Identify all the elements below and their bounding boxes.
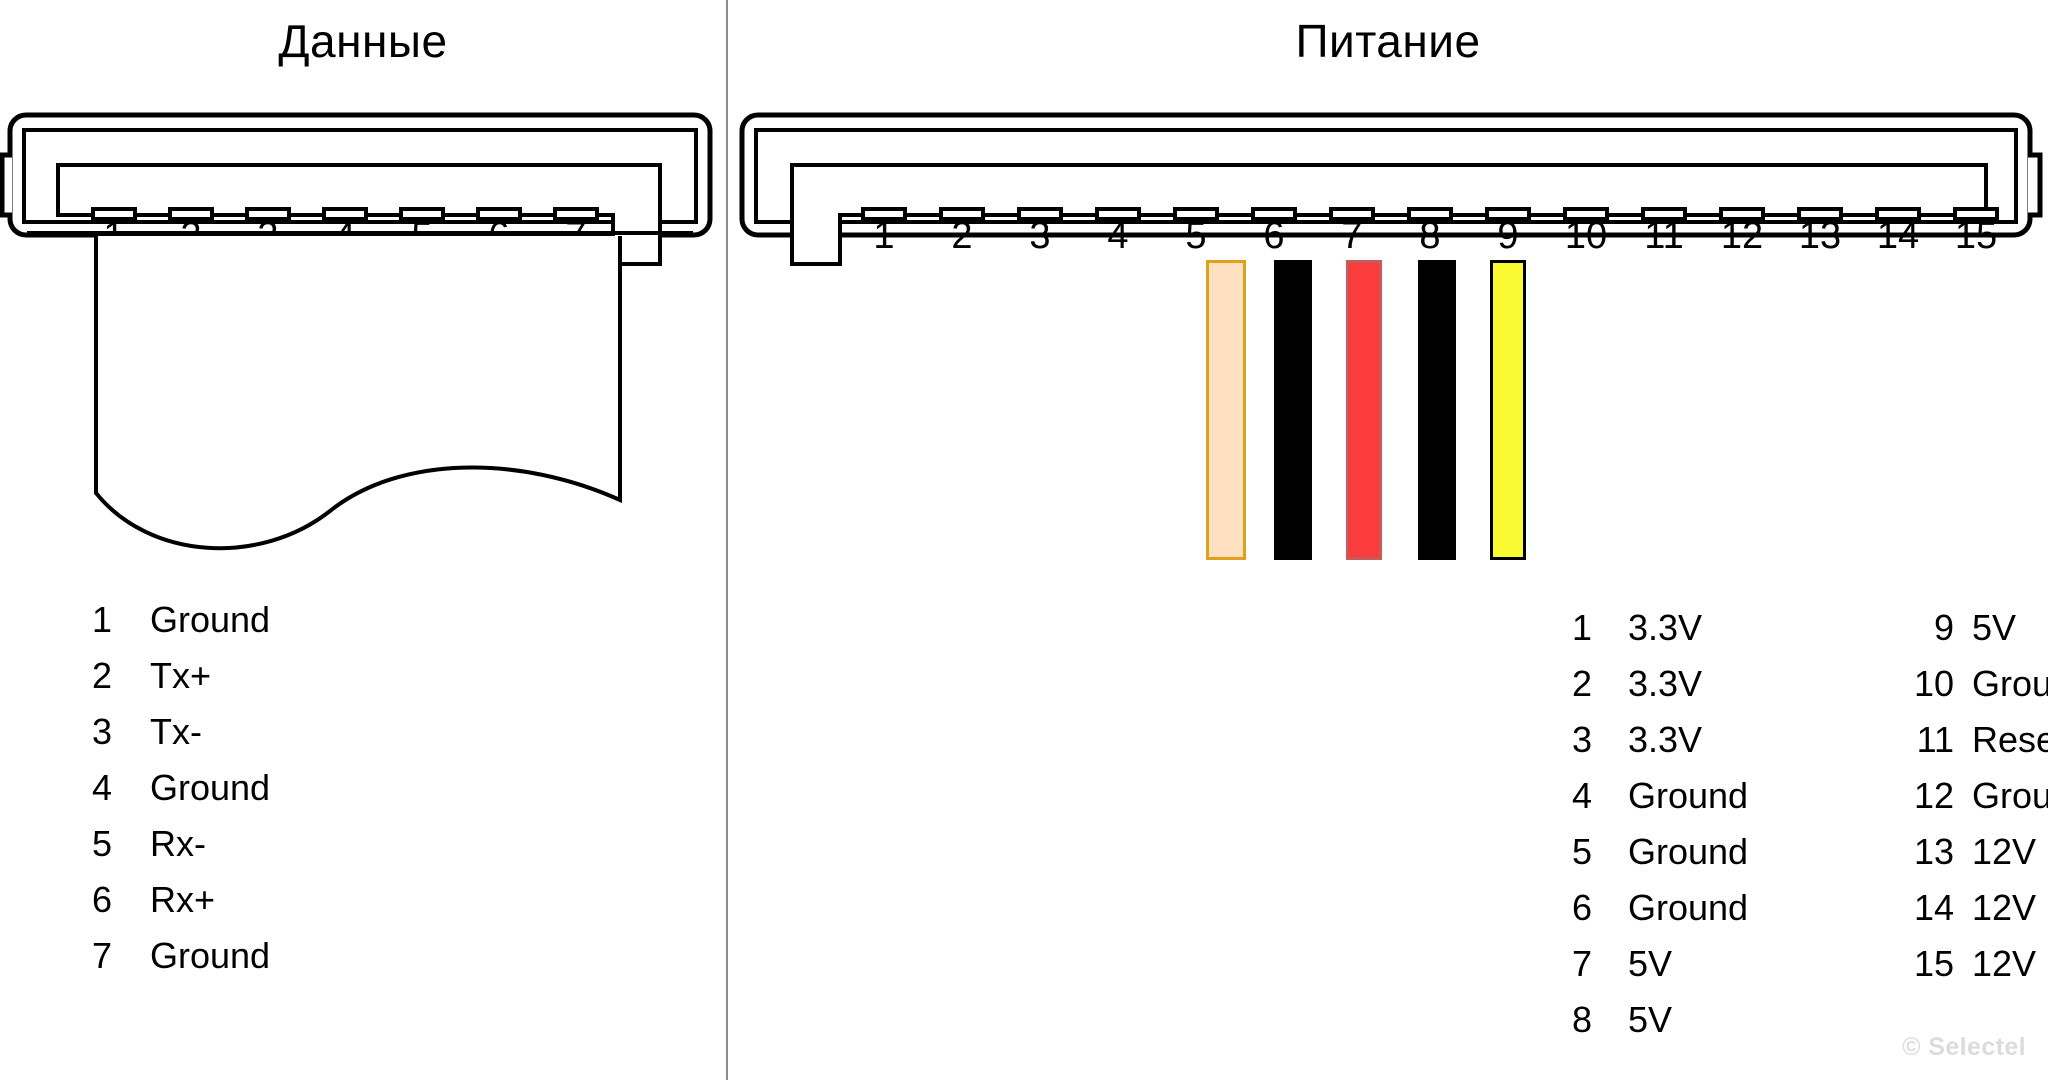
pinout-pin-label: 12V [1972, 887, 2037, 928]
pinout-row: 1 3.3V [1564, 600, 1748, 656]
pinout-row: 5 Ground [1564, 824, 1748, 880]
connector-pin-number: 10 [1565, 215, 1607, 257]
pinout-pin-number: 7 [1571, 943, 1592, 984]
pinout-pin-label: Tx- [150, 711, 202, 752]
pinout-pin-label: Ground [1628, 775, 1749, 816]
pinout-pin-label: Reserved [1972, 719, 2048, 760]
pinout-pin-label: 12V [1972, 831, 2037, 872]
pinout-pin-number: 4 [91, 767, 112, 808]
pinout-row: 4 Ground [1564, 768, 1748, 824]
pinout-pin-number: 3 [1571, 719, 1592, 760]
pinout-pin-number: 8 [1571, 999, 1592, 1040]
pinout-pin-label: 5V [1628, 943, 1673, 984]
pinout-pin-number: 9 [1933, 607, 1954, 648]
connector-pin-number: 1 [873, 215, 894, 257]
pinout-pin-number: 5 [91, 823, 112, 864]
connector-pin-number: 14 [1877, 215, 1919, 257]
connector-pin-number: 15 [1955, 215, 1997, 257]
pinout-pin-label: Ground [1628, 887, 1749, 928]
wire-black-2 [1418, 260, 1456, 560]
connector-pin-number: 3 [1029, 215, 1050, 257]
pinout-pin-number: 15 [1913, 943, 1954, 984]
pinout-pin-number: 4 [1571, 775, 1592, 816]
connector-pin-number: 11 [1644, 215, 1683, 257]
connector-pin-number: 5 [1185, 215, 1206, 257]
connector-pin-number: 4 [1107, 215, 1128, 257]
power-connector-diagram: 1 2 3 4 5 6 7 8 9 10 11 12 13 14 15 [739, 112, 2043, 266]
power-connector-pin-numbers: 1 2 3 4 5 6 7 8 9 10 11 12 13 14 15 [873, 215, 1997, 257]
pinout-row: 4 Ground [84, 760, 270, 816]
pinout-row: 6 Ground [1564, 880, 1748, 936]
wire-yellow [1490, 260, 1526, 560]
power-connector-right-tab [2028, 152, 2043, 218]
data-connector-cable [94, 236, 622, 551]
watermark: © Selectel [1902, 1033, 2026, 1061]
pinout-pin-number: 1 [91, 599, 112, 640]
wire-red [1346, 260, 1382, 560]
connector-pin-number: 8 [1419, 215, 1440, 257]
pinout-pin-number: 7 [91, 935, 112, 976]
pinout-pin-label: Rx+ [150, 879, 216, 920]
pinout-row: 11 Reserved [1908, 712, 2048, 768]
pinout-pin-number: 14 [1913, 887, 1954, 928]
pinout-row: 10 Ground [1908, 656, 2048, 712]
connector-pin-number: 9 [1497, 215, 1518, 257]
pinout-pin-label: 12V [1972, 943, 2037, 984]
pinout-pin-number: 2 [1571, 663, 1592, 704]
connector-pin-number: 2 [951, 215, 972, 257]
pinout-row: 2 Tx+ [84, 648, 270, 704]
pinout-row: 15 12V [1908, 936, 2048, 992]
pinout-pin-label: Tx+ [150, 655, 212, 696]
pinout-pin-label: Ground [1972, 663, 2048, 704]
pinout-pin-label: 3.3V [1628, 607, 1703, 648]
pinout-row: 2 3.3V [1564, 656, 1748, 712]
pinout-pin-number: 10 [1913, 663, 1954, 704]
pinout-row: 5 Rx- [84, 816, 270, 872]
connector-pin-number: 13 [1799, 215, 1841, 257]
wire-peach [1206, 260, 1246, 560]
pinout-pin-label: 3.3V [1628, 719, 1703, 760]
pinout-pin-number: 5 [1571, 831, 1592, 872]
data-pinout-table: 1 Ground 2 Tx+ 3 Tx- 4 Ground 5 Rx- 6 Rx… [84, 592, 270, 984]
data-connector-panel: Данные 1 2 3 4 5 6 7 [0, 0, 726, 1080]
pinout-pin-number: 13 [1913, 831, 1954, 872]
pinout-pin-label: 5V [1972, 607, 2017, 648]
data-connector-left-tab [0, 152, 12, 218]
pinout-pin-number: 6 [91, 879, 112, 920]
pinout-pin-label: 5V [1628, 999, 1673, 1040]
pinout-pin-label: Ground [150, 767, 271, 808]
pinout-pin-label: Ground [150, 935, 271, 976]
pinout-row: 8 5V [1564, 992, 1748, 1048]
pinout-pin-label: Rx- [150, 823, 206, 864]
pinout-pin-label: 3.3V [1628, 663, 1703, 704]
pinout-pin-number: 6 [1571, 887, 1592, 928]
power-pinout-table-column-2: 9 5V 10 Ground 11 Reserved 12 Ground 13 … [1908, 600, 2048, 992]
pinout-row: 12 Ground [1908, 768, 2048, 824]
power-pinout-table-column-1: 1 3.3V 2 3.3V 3 3.3V 4 Ground 5 Ground 6… [1564, 600, 1748, 1048]
pinout-pin-number: 1 [1571, 607, 1592, 648]
pinout-row: 7 5V [1564, 936, 1748, 992]
connector-pin-number: 6 [1263, 215, 1284, 257]
data-connector-diagram: 1 2 3 4 5 6 7 [0, 112, 713, 551]
pinout-pin-label: Ground [150, 599, 271, 640]
pinout-row: 14 12V [1908, 880, 2048, 936]
pinout-row: 13 12V [1908, 824, 2048, 880]
pinout-pin-number: 3 [91, 711, 112, 752]
pinout-pin-number: 11 [1916, 719, 1954, 760]
pinout-row: 7 Ground [84, 928, 270, 984]
pinout-pin-label: Ground [1628, 831, 1749, 872]
pinout-pin-number: 2 [91, 655, 112, 696]
wire-black-1 [1274, 260, 1312, 560]
pinout-row: 9 5V [1908, 600, 2048, 656]
pinout-pin-number: 12 [1913, 775, 1954, 816]
pinout-row: 1 Ground [84, 592, 270, 648]
power-connector-panel: Питание 1 2 3 4 5 6 7 8 9 10 11 12 13 14… [728, 0, 2048, 1080]
pinout-pin-label: Ground [1972, 775, 2048, 816]
pinout-row: 3 3.3V [1564, 712, 1748, 768]
pinout-row: 3 Tx- [84, 704, 270, 760]
pinout-row: 6 Rx+ [84, 872, 270, 928]
connector-pin-number: 12 [1721, 215, 1763, 257]
connector-pin-number: 7 [1341, 215, 1362, 257]
